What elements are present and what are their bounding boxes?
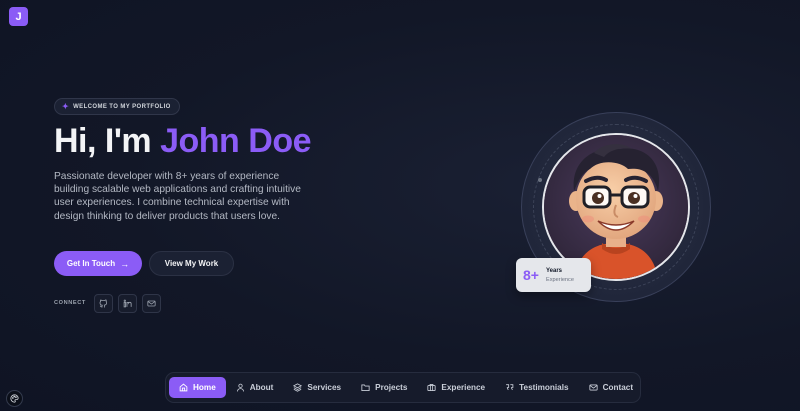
experience-stat-card: 8+ Years Experience: [516, 258, 591, 292]
linkedin-icon: [123, 299, 132, 308]
email-link[interactable]: [142, 294, 161, 313]
experience-years-value: 8+: [523, 267, 539, 283]
connect-label: CONNECT: [54, 300, 86, 306]
palette-icon: [10, 394, 19, 403]
briefcase-icon: [427, 383, 436, 392]
nav-item-about[interactable]: About: [226, 377, 284, 398]
nav-item-label: Contact: [602, 383, 634, 392]
nav-item-label: Experience: [441, 383, 486, 392]
nav-item-label: About: [249, 383, 274, 392]
nav-item-label: Home: [193, 383, 216, 392]
nav-item-testimonials[interactable]: Testimonials: [495, 377, 578, 398]
orbit-dot: [538, 178, 542, 182]
layers-icon: [293, 383, 303, 392]
theme-toggle-button[interactable]: [6, 390, 23, 407]
hero-greeting: Hi, I'm: [54, 122, 161, 160]
quote-icon: [506, 384, 514, 391]
nav-item-experience[interactable]: Experience: [417, 377, 495, 398]
experience-sub-label: Experience: [545, 276, 574, 283]
logo[interactable]: J: [9, 7, 28, 26]
sparkle-icon: ✦: [62, 102, 70, 111]
nav-item-services[interactable]: Services: [283, 377, 351, 398]
nav-item-label: Services: [307, 383, 342, 392]
view-my-work-label: View My Work: [164, 259, 219, 268]
nav-item-projects[interactable]: Projects: [351, 377, 417, 398]
nav-item-home[interactable]: Home: [169, 377, 226, 398]
bottom-nav: Home About Services Projects Experience …: [165, 372, 641, 403]
hero-name: John Doe: [160, 122, 312, 160]
github-icon: [99, 299, 108, 308]
folder-icon: [361, 384, 370, 392]
nav-item-contact[interactable]: Contact: [579, 377, 643, 398]
mail-icon: [147, 300, 156, 307]
experience-years-label: Years: [545, 267, 562, 274]
nav-item-label: Testimonials: [519, 383, 569, 392]
hero-headline: Hi, I'm John Doe: [54, 122, 312, 161]
arrow-right-icon: →: [120, 258, 130, 269]
welcome-badge: ✦ WELCOME TO MY PORTFOLIO: [54, 98, 180, 115]
github-link[interactable]: [94, 294, 113, 313]
nav-item-label: Projects: [375, 383, 408, 392]
home-icon: [179, 383, 188, 392]
view-my-work-button[interactable]: View My Work: [149, 251, 234, 276]
linkedin-link[interactable]: [118, 294, 137, 313]
user-icon: [236, 383, 244, 392]
mail-icon: [589, 384, 598, 391]
get-in-touch-button[interactable]: Get In Touch →: [54, 251, 142, 276]
get-in-touch-label: Get In Touch: [66, 259, 116, 268]
welcome-badge-text: WELCOME TO MY PORTFOLIO: [73, 103, 171, 110]
hero-intro: Passionate developer with 8+ years of ex…: [54, 171, 301, 222]
